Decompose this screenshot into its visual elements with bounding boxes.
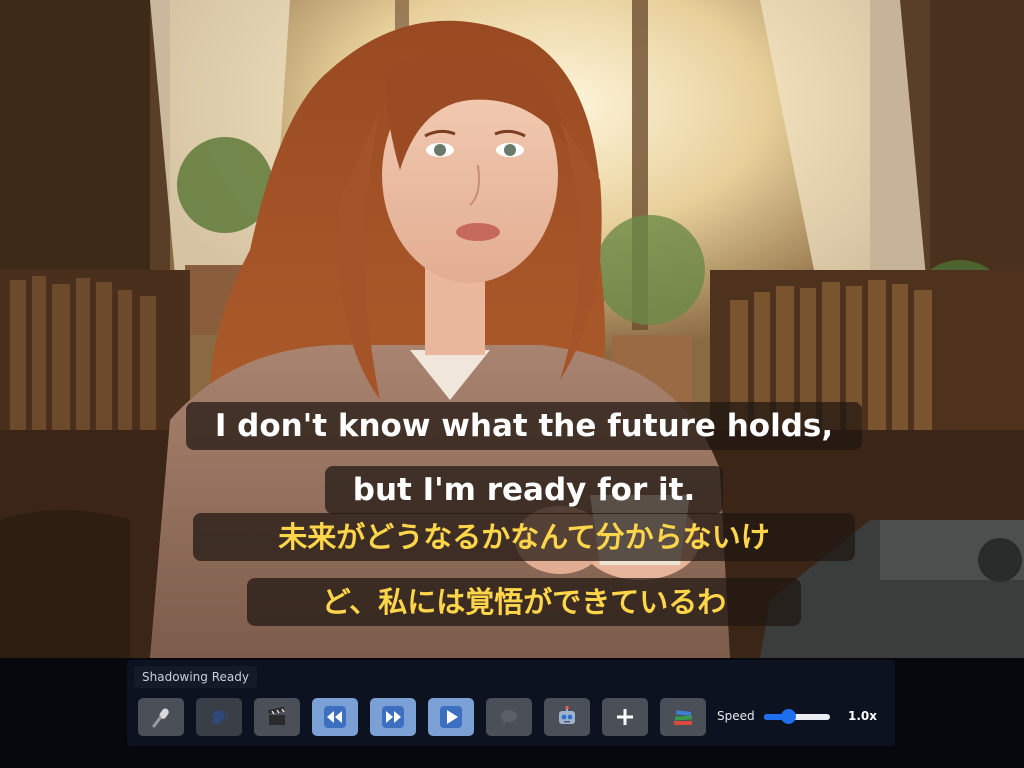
robot-button[interactable]: [544, 698, 590, 736]
speech-head-button[interactable]: [196, 698, 242, 736]
clapperboard-icon: [268, 706, 285, 725]
speech-bubble-button[interactable]: [486, 698, 532, 736]
status-badge: Shadowing Ready: [134, 666, 257, 688]
library-button[interactable]: [660, 698, 706, 736]
speed-value: 1.0x: [848, 709, 877, 723]
add-button[interactable]: [602, 698, 648, 736]
speech-bubble-icon: [501, 710, 517, 725]
subtitle-japanese-line-2: ど、私には覚悟ができているわ: [247, 578, 801, 626]
subtitle-english-line-2: but I'm ready for it.: [325, 466, 723, 514]
play-icon: [440, 706, 462, 728]
rewind-button[interactable]: [312, 698, 358, 736]
speech-head-icon: [212, 710, 228, 724]
books-icon: [674, 710, 693, 725]
clapperboard-button[interactable]: [254, 698, 300, 736]
rewind-icon: [324, 706, 346, 728]
plus-icon: [617, 709, 633, 725]
subtitle-japanese-line-1: 未来がどうなるかなんて分からないけ: [193, 513, 855, 561]
play-button[interactable]: [428, 698, 474, 736]
robot-icon: [559, 705, 575, 724]
fast-forward-icon: [382, 706, 404, 728]
microphone-button[interactable]: [138, 698, 184, 736]
microphone-icon: [152, 708, 169, 728]
subtitle-english-line-1: I don't know what the future holds,: [186, 402, 862, 450]
speed-slider[interactable]: [764, 709, 830, 724]
speed-label: Speed: [717, 709, 755, 723]
fast-forward-button[interactable]: [370, 698, 416, 736]
